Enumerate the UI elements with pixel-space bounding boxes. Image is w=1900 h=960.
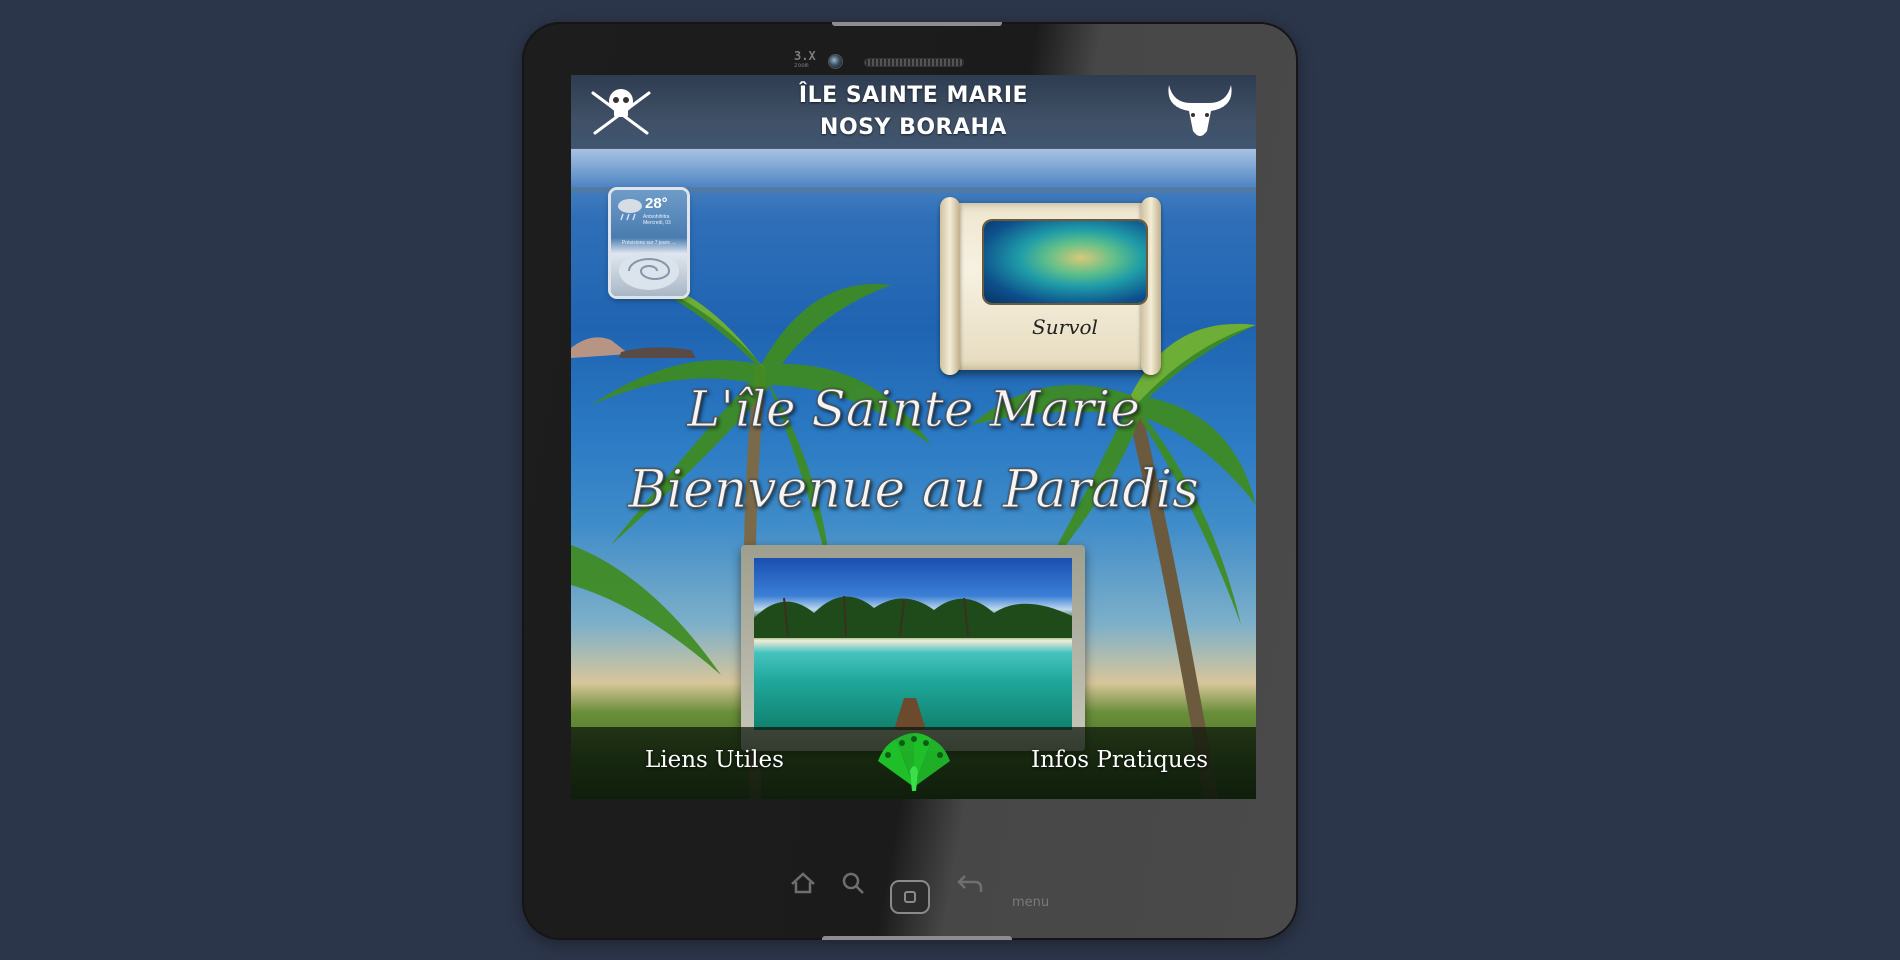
weather-widget[interactable]: 28° Antsohihitra Mercredi, 03 Prévisions…: [611, 190, 687, 296]
menu-button[interactable]: menu: [1012, 895, 1049, 910]
liens-utiles-link[interactable]: Liens Utiles: [645, 747, 784, 773]
scroll-roll-left: [940, 197, 960, 375]
weather-temperature: 28°: [645, 195, 668, 212]
main-button-icon[interactable]: [890, 880, 930, 914]
search-icon[interactable]: [838, 868, 868, 898]
zebu-head-icon[interactable]: [1163, 81, 1237, 143]
beach-lagoon-image: [754, 558, 1072, 730]
top-slot: [832, 22, 1002, 26]
peacock-icon[interactable]: [874, 731, 954, 795]
survol-scroll-card[interactable]: Survol: [940, 197, 1161, 375]
sky-horizon: [571, 148, 1256, 188]
photo-frame[interactable]: [741, 545, 1085, 751]
title-line-2: NOSY BORAHA: [820, 115, 1007, 140]
cyclone-icon: [619, 252, 679, 290]
weather-forecast-link[interactable]: Prévisions sur 7 jours →: [611, 240, 687, 246]
rain-cloud-icon: [618, 199, 642, 221]
main-subtitle: Bienvenue au Paradis: [628, 460, 1200, 521]
bottom-slot: [822, 936, 1012, 940]
survol-label: Survol: [1032, 315, 1098, 339]
header-bar: ÎLE SAINTE MARIE NOSY BORAHA: [571, 75, 1256, 149]
app-screen: ÎLE SAINTE MARIE NOSY BORAHA 28° Antsohi…: [571, 75, 1256, 799]
tablet-device: 3.X zoom ÎLE SAINTE MARIE NOSY BORAHA 28…: [522, 22, 1298, 940]
main-title: L'île Sainte Marie: [687, 380, 1141, 439]
infos-pratiques-link[interactable]: Infos Pratiques: [1031, 747, 1208, 773]
footer-bar: Liens Utiles Infos Pratiques: [571, 727, 1256, 799]
beach-palms-decoration: [754, 595, 1072, 730]
speaker-grille: [864, 58, 964, 67]
back-icon[interactable]: [955, 868, 985, 898]
camera-icon: [829, 55, 842, 68]
home-icon[interactable]: [788, 868, 818, 898]
zoom-label: 3.X zoom: [794, 50, 816, 70]
title-line-1: ÎLE SAINTE MARIE: [798, 83, 1029, 108]
aerial-reef-image: [984, 221, 1146, 303]
page-title: ÎLE SAINTE MARIE NOSY BORAHA: [571, 80, 1256, 144]
weather-city: Antsohihitra Mercredi, 03: [643, 214, 671, 226]
